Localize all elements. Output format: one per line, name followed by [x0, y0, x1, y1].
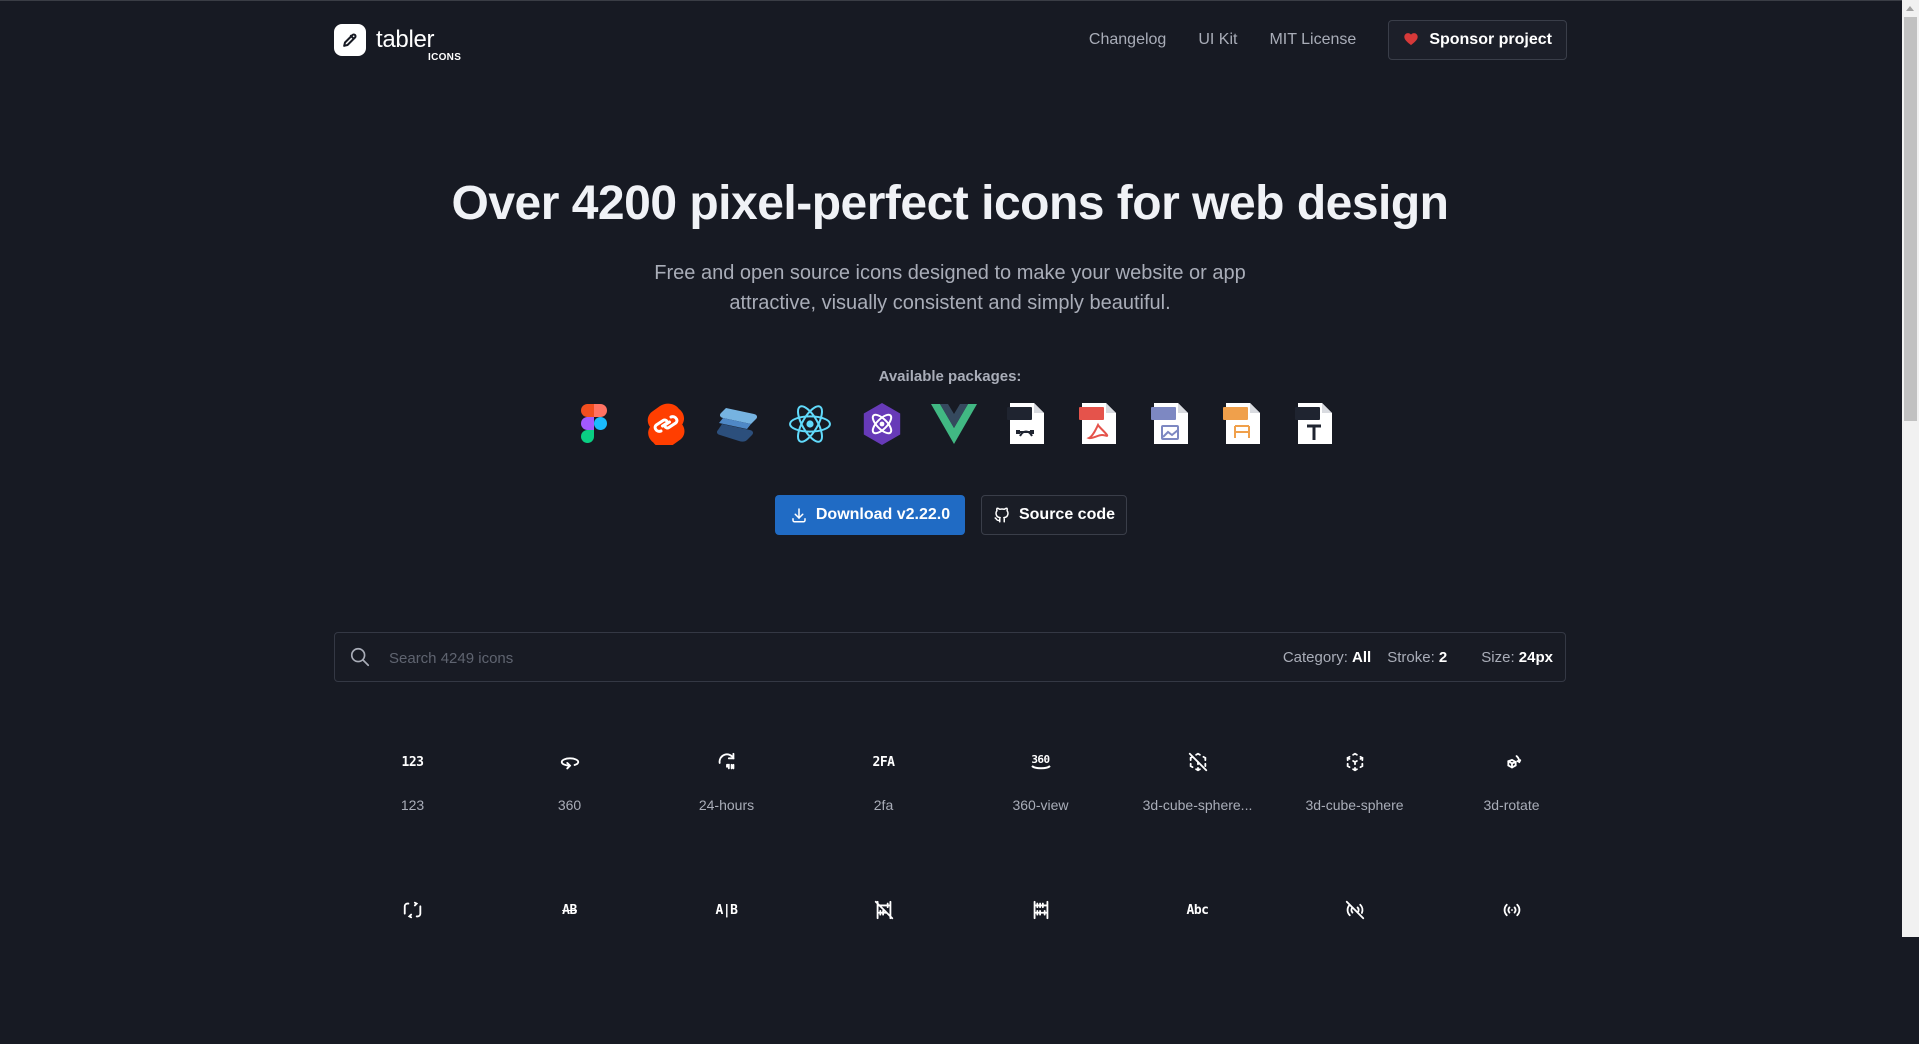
- icon-card-access-point[interactable]: [1433, 896, 1590, 1044]
- font-file-icon[interactable]: [1290, 400, 1338, 448]
- nav-ui-kit[interactable]: UI Kit: [1198, 20, 1237, 60]
- subtitle-line-2: attractive, visually consistent and simp…: [729, 292, 1171, 314]
- figma-icon[interactable]: [570, 400, 618, 448]
- search-icon: [349, 646, 371, 673]
- icon-card-label: 24-hours: [698, 797, 755, 813]
- github-icon: [994, 507, 1009, 523]
- 2fa-icon: 2FA: [872, 754, 895, 770]
- icon-card-3d-rotate[interactable]: 3d-rotate: [1433, 748, 1590, 896]
- icon-card-label: 2fa: [873, 797, 894, 813]
- 24-hours-icon: [716, 748, 738, 776]
- stroke-value: 2: [1438, 648, 1448, 666]
- icon-grid: 123 123 360 24-hours 2FA 2fa 360 360-vie…: [334, 748, 1564, 1044]
- download-icon: [792, 508, 806, 523]
- stroke-label: Stroke:: [1387, 648, 1435, 666]
- icon-card-24-hours[interactable]: 24-hours: [648, 748, 805, 896]
- page-subtitle: Free and open source icons designed to m…: [0, 258, 1900, 318]
- 360-view-icon: 360: [1031, 752, 1050, 766]
- brand-sub: ICONS: [428, 52, 462, 63]
- icon-card-abc[interactable]: Abc: [1119, 896, 1276, 1044]
- icon-card-2fa[interactable]: 2FA 2fa: [805, 748, 962, 896]
- search-filters: Category: All Stroke: 2 Size: 24px: [1283, 633, 1553, 681]
- sponsor-button[interactable]: Sponsor project: [1388, 20, 1567, 60]
- download-label: Download v2.22.0: [815, 506, 951, 523]
- scroll-up-arrow-icon[interactable]: [1902, 0, 1919, 17]
- 360-icon: [559, 748, 581, 776]
- ab-2-icon: A|B: [715, 902, 738, 918]
- 3d-cube-sphere-icon: [1344, 748, 1366, 776]
- 3d-rotate-icon: [1501, 748, 1523, 776]
- icon-card-123[interactable]: 123 123: [334, 748, 491, 896]
- numbers-123-icon: 123: [401, 754, 424, 770]
- icon-card-360-view[interactable]: 360 360-view: [962, 748, 1119, 896]
- icon-card-label: 3d-cube-sphere...: [1142, 797, 1253, 813]
- nav-license[interactable]: MIT License: [1269, 20, 1356, 60]
- png-file-icon[interactable]: [1146, 400, 1194, 448]
- abacus-off-icon: [873, 896, 895, 924]
- abacus-icon: [1030, 896, 1052, 924]
- icon-card-label: 360: [557, 797, 582, 813]
- access-point-icon: [1501, 896, 1523, 924]
- size-filter[interactable]: Size: 24px: [1481, 649, 1553, 666]
- scrollbar-thumb[interactable]: [1904, 17, 1917, 421]
- category-label: Category:: [1282, 648, 1348, 666]
- source-code-label: Source code: [1018, 506, 1116, 523]
- size-label: Size:: [1481, 648, 1515, 666]
- preact-icon[interactable]: [858, 400, 906, 448]
- icon-card-label: 123: [400, 797, 425, 813]
- icon-card-access-point-off[interactable]: [1276, 896, 1433, 1044]
- stroke-filter[interactable]: Stroke: 2: [1387, 649, 1447, 666]
- icon-card-360[interactable]: 360: [491, 748, 648, 896]
- icon-card-3d-cube-sphere[interactable]: 3d-cube-sphere: [1276, 748, 1433, 896]
- icon-card-abacus-off[interactable]: [805, 896, 962, 1044]
- icon-card-ab-2[interactable]: A|B: [648, 896, 805, 1044]
- ab-off-icon: AB: [562, 902, 577, 918]
- category-filter[interactable]: Category: All: [1283, 649, 1371, 666]
- search-input[interactable]: [387, 633, 991, 683]
- svelte-icon[interactable]: [642, 400, 690, 448]
- solidjs-icon[interactable]: [714, 400, 762, 448]
- icon-card-label: 3d-rotate: [1483, 797, 1540, 813]
- page-title: Over 4200 pixel-perfect icons for web de…: [451, 177, 1449, 230]
- 3d-cube-sphere-off-icon: [1187, 748, 1209, 776]
- icon-card-3d-cube-sphere-off[interactable]: 3d-cube-sphere...: [1119, 748, 1276, 896]
- subtitle-line-1: Free and open source icons designed to m…: [654, 262, 1246, 284]
- abc-icon: Abc: [1186, 902, 1209, 918]
- icon-card-abacus[interactable]: [962, 896, 1119, 1044]
- source-code-button[interactable]: Source code: [981, 495, 1127, 535]
- icon-card-label: 3d-cube-sphere: [1305, 797, 1404, 813]
- top-nav: Changelog UI Kit MIT License Sponsor pro…: [1089, 20, 1567, 60]
- access-point-off-icon: [1344, 896, 1366, 924]
- page-scrollbar[interactable]: [1902, 0, 1919, 937]
- icon-card-a-b[interactable]: [334, 896, 491, 1044]
- a-b-icon: [402, 896, 424, 924]
- size-value: 24px: [1518, 648, 1553, 666]
- packages-list: [570, 400, 1338, 448]
- heart-icon: [1403, 31, 1419, 50]
- svg-file-icon[interactable]: [1002, 400, 1050, 448]
- icon-card-label: 360-view: [1012, 797, 1069, 813]
- window-top-border: [0, 0, 1919, 1]
- icon-card-ab-off[interactable]: AB: [491, 896, 648, 1044]
- nav-changelog[interactable]: Changelog: [1089, 20, 1166, 60]
- download-button[interactable]: Download v2.22.0: [775, 495, 965, 535]
- brand-name: tabler: [376, 26, 435, 53]
- packages-label: Available packages:: [878, 368, 1022, 385]
- eps-file-icon[interactable]: [1218, 400, 1266, 448]
- icon-search-bar: Category: All Stroke: 2 Size: 24px: [334, 632, 1566, 683]
- sponsor-label: Sponsor project: [1429, 31, 1552, 48]
- pdf-file-icon[interactable]: [1074, 400, 1122, 448]
- tabler-logo-icon: [334, 24, 366, 56]
- category-value: All: [1352, 648, 1372, 666]
- brand-logo[interactable]: tabler ICONS: [334, 24, 461, 63]
- vue-icon[interactable]: [930, 400, 978, 448]
- react-icon[interactable]: [786, 400, 834, 448]
